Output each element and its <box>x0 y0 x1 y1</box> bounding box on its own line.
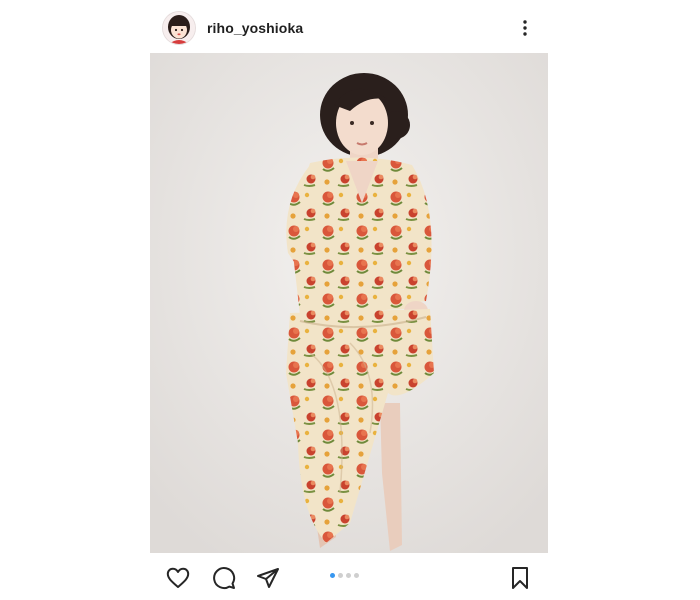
like-button[interactable] <box>164 564 192 592</box>
post-photo[interactable] <box>150 53 548 553</box>
carousel-dot <box>346 573 351 578</box>
carousel-dot <box>354 573 359 578</box>
carousel-dot <box>338 573 343 578</box>
carousel-indicator <box>330 573 359 578</box>
avatar-illustration <box>163 12 195 44</box>
heart-icon <box>166 567 190 588</box>
photo-woman-floral-dress <box>150 53 548 553</box>
carousel-dot <box>330 573 335 578</box>
action-bar <box>150 560 548 594</box>
share-button[interactable] <box>254 564 282 592</box>
username[interactable]: riho_yoshioka <box>207 20 303 36</box>
more-button[interactable] <box>512 14 538 42</box>
avatar[interactable] <box>163 12 195 44</box>
post-header: riho_yoshioka <box>150 10 548 48</box>
save-button[interactable] <box>506 564 534 592</box>
bookmark-icon <box>512 567 528 589</box>
paper-plane-icon <box>257 568 279 588</box>
comment-icon <box>213 567 236 590</box>
comment-button[interactable] <box>210 564 238 592</box>
more-vertical-icon <box>523 20 527 36</box>
